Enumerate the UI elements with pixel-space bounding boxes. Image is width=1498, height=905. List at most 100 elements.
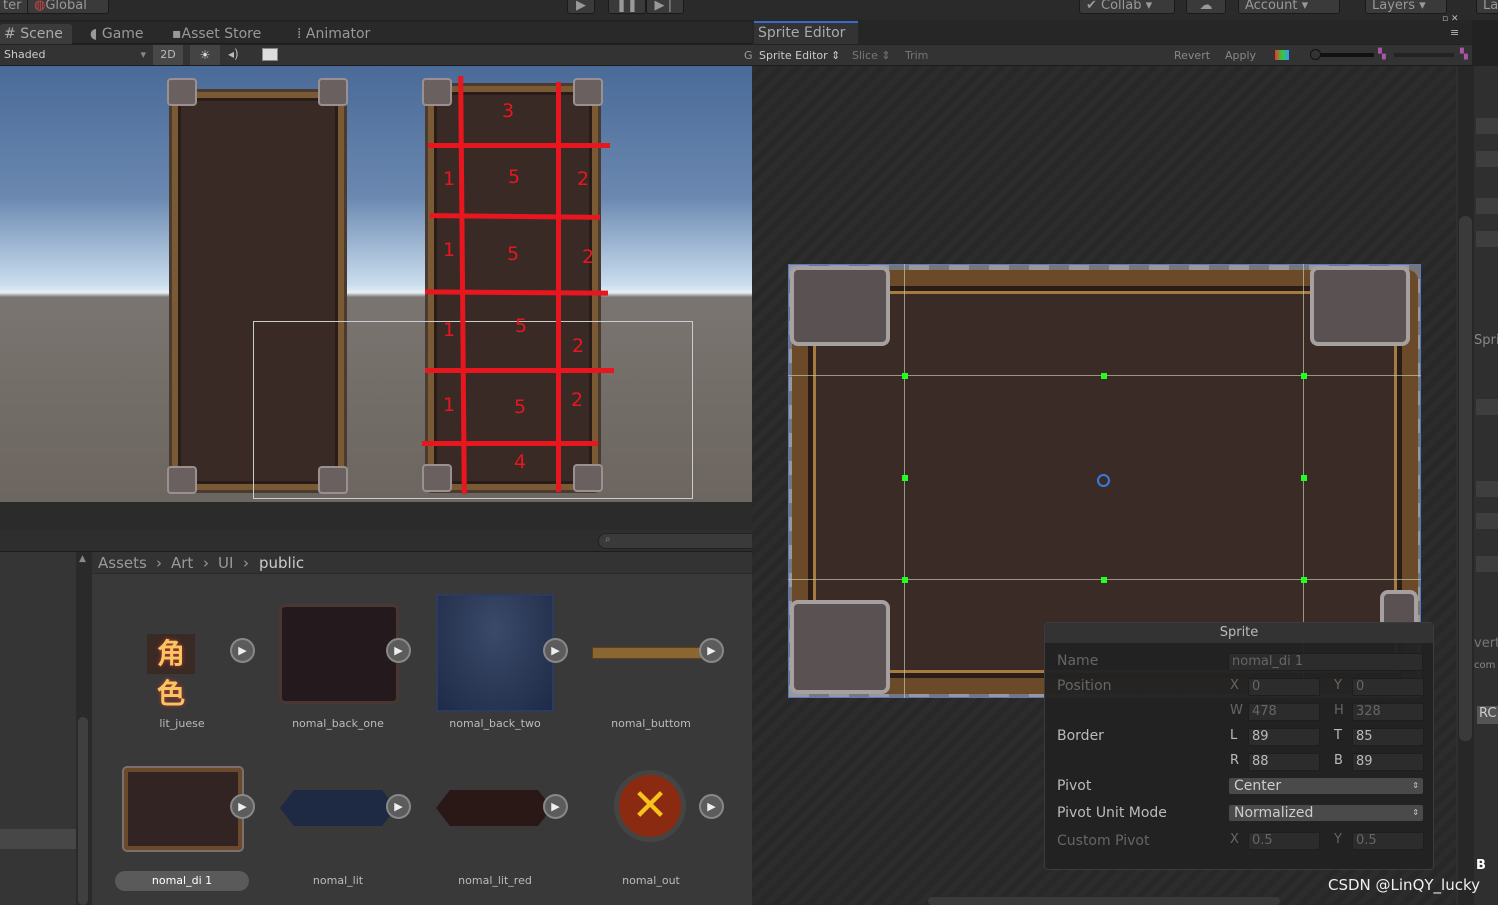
- expand-play-icon[interactable]: ▶: [543, 794, 568, 819]
- canvas-hscrollbar[interactable]: [928, 897, 1280, 905]
- asset-label[interactable]: nomal_out: [576, 874, 726, 887]
- border-handle[interactable]: [1101, 577, 1107, 583]
- shading-dropdown[interactable]: Shaded ▾: [4, 48, 146, 61]
- expand-play-icon[interactable]: ▶: [386, 794, 411, 819]
- effects-toggle-icon[interactable]: [262, 48, 278, 61]
- zoom-slider[interactable]: [1312, 53, 1374, 57]
- audio-toggle-icon[interactable]: ◂): [228, 47, 239, 61]
- border-l-field[interactable]: 89: [1248, 728, 1320, 746]
- breadcrumb-ui[interactable]: UI: [218, 552, 233, 574]
- inspector-field[interactable]: [1476, 151, 1498, 167]
- scroll-thumb[interactable]: [78, 717, 88, 905]
- asset-thumb-nomal-buttom[interactable]: [592, 647, 704, 659]
- border-handle[interactable]: [1301, 577, 1307, 583]
- maximize-icon[interactable]: ▫ ✕: [1442, 14, 1459, 24]
- inspector-field[interactable]: [1476, 513, 1498, 529]
- border-b-field[interactable]: 89: [1352, 753, 1424, 771]
- inspector-field[interactable]: [1476, 198, 1498, 214]
- cloud-icon[interactable]: ☁: [1186, 0, 1226, 14]
- width-field[interactable]: 478: [1248, 703, 1320, 721]
- asset-thumb-nomal-lit-red[interactable]: [436, 790, 552, 826]
- asset-label[interactable]: nomal_back_one: [263, 717, 413, 730]
- layout-dropdown[interactable]: La: [1476, 0, 1498, 14]
- window-menu-icon[interactable]: ≡: [1450, 26, 1459, 39]
- border-handle[interactable]: [1301, 475, 1307, 481]
- position-x-field[interactable]: 0: [1248, 678, 1320, 696]
- inspector-button[interactable]: RC: [1477, 706, 1498, 724]
- asset-thumb-nomal-back-two[interactable]: [436, 594, 554, 712]
- sprite-editor-toolbar: G Sprite Editor ⇕ Slice ⇕ Trim Revert Ap…: [744, 45, 1472, 66]
- height-field[interactable]: 328: [1352, 703, 1424, 721]
- sprite-corner: [1310, 266, 1410, 346]
- border-handle[interactable]: [1101, 373, 1107, 379]
- tab-sprite-editor[interactable]: Sprite Editor: [754, 21, 858, 44]
- asset-label[interactable]: nomal_back_two: [420, 717, 570, 730]
- account-dropdown[interactable]: Account ▾: [1238, 0, 1340, 14]
- border-guide-left[interactable]: [904, 264, 905, 698]
- expand-play-icon[interactable]: ▶: [386, 638, 411, 663]
- expand-play-icon[interactable]: ▶: [230, 794, 255, 819]
- inspector-field[interactable]: [1476, 118, 1498, 134]
- inspector-field[interactable]: [1476, 556, 1498, 572]
- expand-play-icon[interactable]: ▶: [543, 638, 568, 663]
- inspector-field[interactable]: [1476, 481, 1498, 497]
- tab-scene[interactable]: # Scene: [0, 24, 72, 44]
- 2d-toggle[interactable]: 2D: [153, 45, 183, 65]
- asset-thumb-nomal-di-1[interactable]: [122, 766, 244, 852]
- mode-dropdown[interactable]: Sprite Editor ⇕: [759, 49, 840, 62]
- asset-thumb-nomal-lit[interactable]: [280, 790, 396, 826]
- tab-game[interactable]: ◖ Game: [86, 24, 148, 44]
- asset-thumb-nomal-back-one[interactable]: [279, 604, 399, 704]
- tab-asset-store[interactable]: ▪Asset Store: [168, 24, 265, 44]
- asset-label[interactable]: lit_juese: [107, 717, 257, 730]
- name-field[interactable]: nomal_di 1: [1228, 653, 1423, 671]
- pivot-dropdown[interactable]: Center ⇕: [1228, 777, 1424, 795]
- pivot-unit-mode-dropdown[interactable]: Normalized ⇕: [1228, 804, 1424, 822]
- border-handle[interactable]: [1301, 373, 1307, 379]
- pause-button[interactable]: ❚❚: [608, 0, 646, 14]
- expand-play-icon[interactable]: ▶: [699, 794, 724, 819]
- project-search-input[interactable]: ⌕: [598, 533, 758, 549]
- zoom-slider-thumb[interactable]: [1310, 49, 1321, 60]
- asset-label-selected[interactable]: nomal_di 1: [115, 871, 249, 891]
- apply-button[interactable]: Apply: [1225, 49, 1256, 62]
- breadcrumb-art[interactable]: Art: [171, 552, 193, 574]
- folder-tree-selected-row[interactable]: [0, 829, 76, 849]
- folder-tree-scrollbar[interactable]: ▲: [76, 552, 92, 905]
- inspector-field[interactable]: [1476, 399, 1498, 415]
- breadcrumb-assets[interactable]: Assets: [98, 552, 147, 574]
- expand-play-icon[interactable]: ▶: [699, 638, 724, 663]
- mip-slider[interactable]: [1394, 53, 1454, 57]
- border-handle[interactable]: [902, 373, 908, 379]
- rgb-toggle-icon[interactable]: [1275, 50, 1289, 60]
- pivot-handle[interactable]: [1097, 474, 1110, 487]
- asset-label[interactable]: nomal_buttom: [576, 717, 726, 730]
- custom-pivot-x-field[interactable]: 0.5: [1248, 832, 1320, 850]
- global-local-button[interactable]: ◍Global: [27, 0, 109, 14]
- layers-dropdown[interactable]: Layers ▾: [1365, 0, 1447, 14]
- breadcrumb-public[interactable]: public: [259, 552, 304, 574]
- collab-button[interactable]: ✔ Collab ▾: [1079, 0, 1175, 14]
- asset-thumb-nomal-out[interactable]: ✕: [614, 770, 686, 842]
- border-handle[interactable]: [902, 475, 908, 481]
- revert-button[interactable]: Revert: [1174, 49, 1210, 62]
- trim-button[interactable]: Trim: [905, 49, 928, 62]
- border-handle[interactable]: [902, 577, 908, 583]
- scene-view[interactable]: 3 1 5 2 1 5 2 1 5 2 1 5 2 4: [0, 66, 752, 502]
- inspector-field[interactable]: [1476, 231, 1498, 247]
- play-button[interactable]: ▶: [567, 0, 595, 14]
- asset-thumb-lit-juese[interactable]: 角色: [147, 634, 195, 710]
- lighting-toggle-icon[interactable]: ☀: [190, 45, 220, 65]
- expand-play-icon[interactable]: ▶: [230, 638, 255, 663]
- slice-dropdown[interactable]: Slice ⇕: [852, 49, 891, 62]
- scroll-up-icon[interactable]: ▲: [79, 554, 86, 564]
- position-y-field[interactable]: 0: [1352, 678, 1424, 696]
- asset-label[interactable]: nomal_lit_red: [420, 874, 570, 887]
- border-r-field[interactable]: 88: [1248, 753, 1320, 771]
- tab-animator[interactable]: ⁞ Animator: [293, 24, 374, 44]
- asset-label[interactable]: nomal_lit: [263, 874, 413, 887]
- border-t-field[interactable]: 85: [1352, 728, 1424, 746]
- scroll-thumb[interactable]: [1459, 216, 1472, 741]
- custom-pivot-y-field[interactable]: 0.5: [1352, 832, 1424, 850]
- step-button[interactable]: ▶❘: [646, 0, 684, 14]
